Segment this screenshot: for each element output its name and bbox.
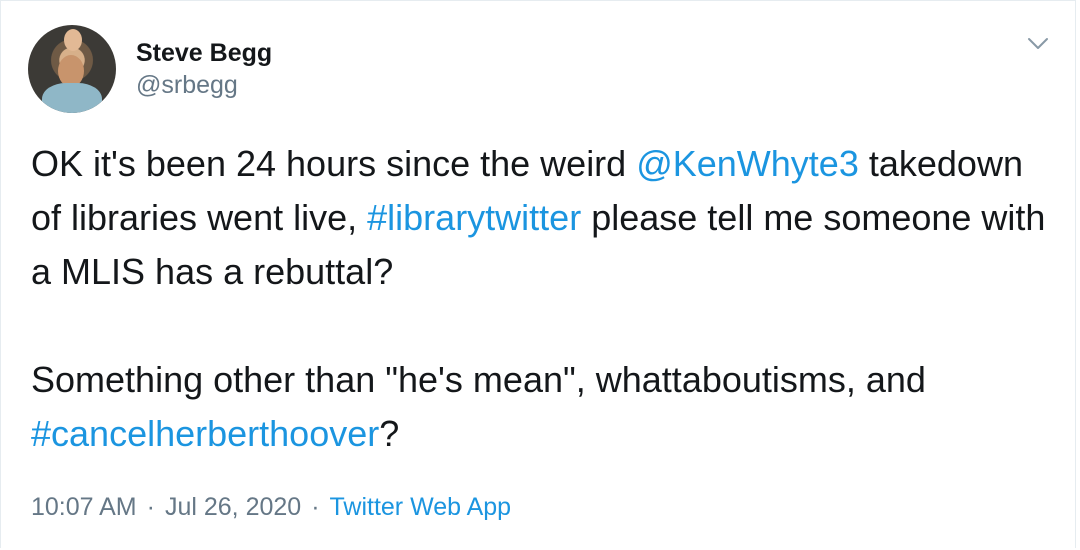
mention-link[interactable]: @KenWhyte3 [636,143,859,184]
tweet-text: OK it's been 24 hours since the weird @K… [31,137,1051,461]
chevron-down-icon[interactable] [1027,37,1049,51]
tweet-date[interactable]: Jul 26, 2020 [165,493,301,521]
author-handle[interactable]: @srbegg [136,69,272,101]
tweet-text-segment: ? [379,413,400,454]
hashtag-link[interactable]: #librarytwitter [367,197,581,238]
meta-separator: · [311,493,320,521]
tweet-card: Steve Begg @srbegg OK it's been 24 hours… [0,0,1076,548]
hashtag-link[interactable]: #cancelherberthoover [31,413,379,454]
avatar-shirt-shape [42,83,102,113]
avatar[interactable] [28,25,116,113]
avatar-child-shape [64,29,82,51]
tweet-time[interactable]: 10:07 AM [31,493,137,521]
tweet-text-segment: OK it's been 24 hours since the weird [31,143,637,184]
meta-separator: · [146,493,155,521]
tweet-text-segment: Something other than "he's mean", whatta… [31,359,926,400]
tweet-meta: 10:07 AM · Jul 26, 2020 · Twitter Web App [31,489,511,525]
tweet-source-link[interactable]: Twitter Web App [330,493,512,521]
author-display-name[interactable]: Steve Begg [136,37,272,69]
tweet-paragraph-2: Something other than "he's mean", whatta… [31,353,1051,461]
tweet-paragraph-1: OK it's been 24 hours since the weird @K… [31,137,1051,299]
author-names: Steve Begg @srbegg [136,37,272,101]
tweet-header: Steve Begg @srbegg [28,25,272,113]
